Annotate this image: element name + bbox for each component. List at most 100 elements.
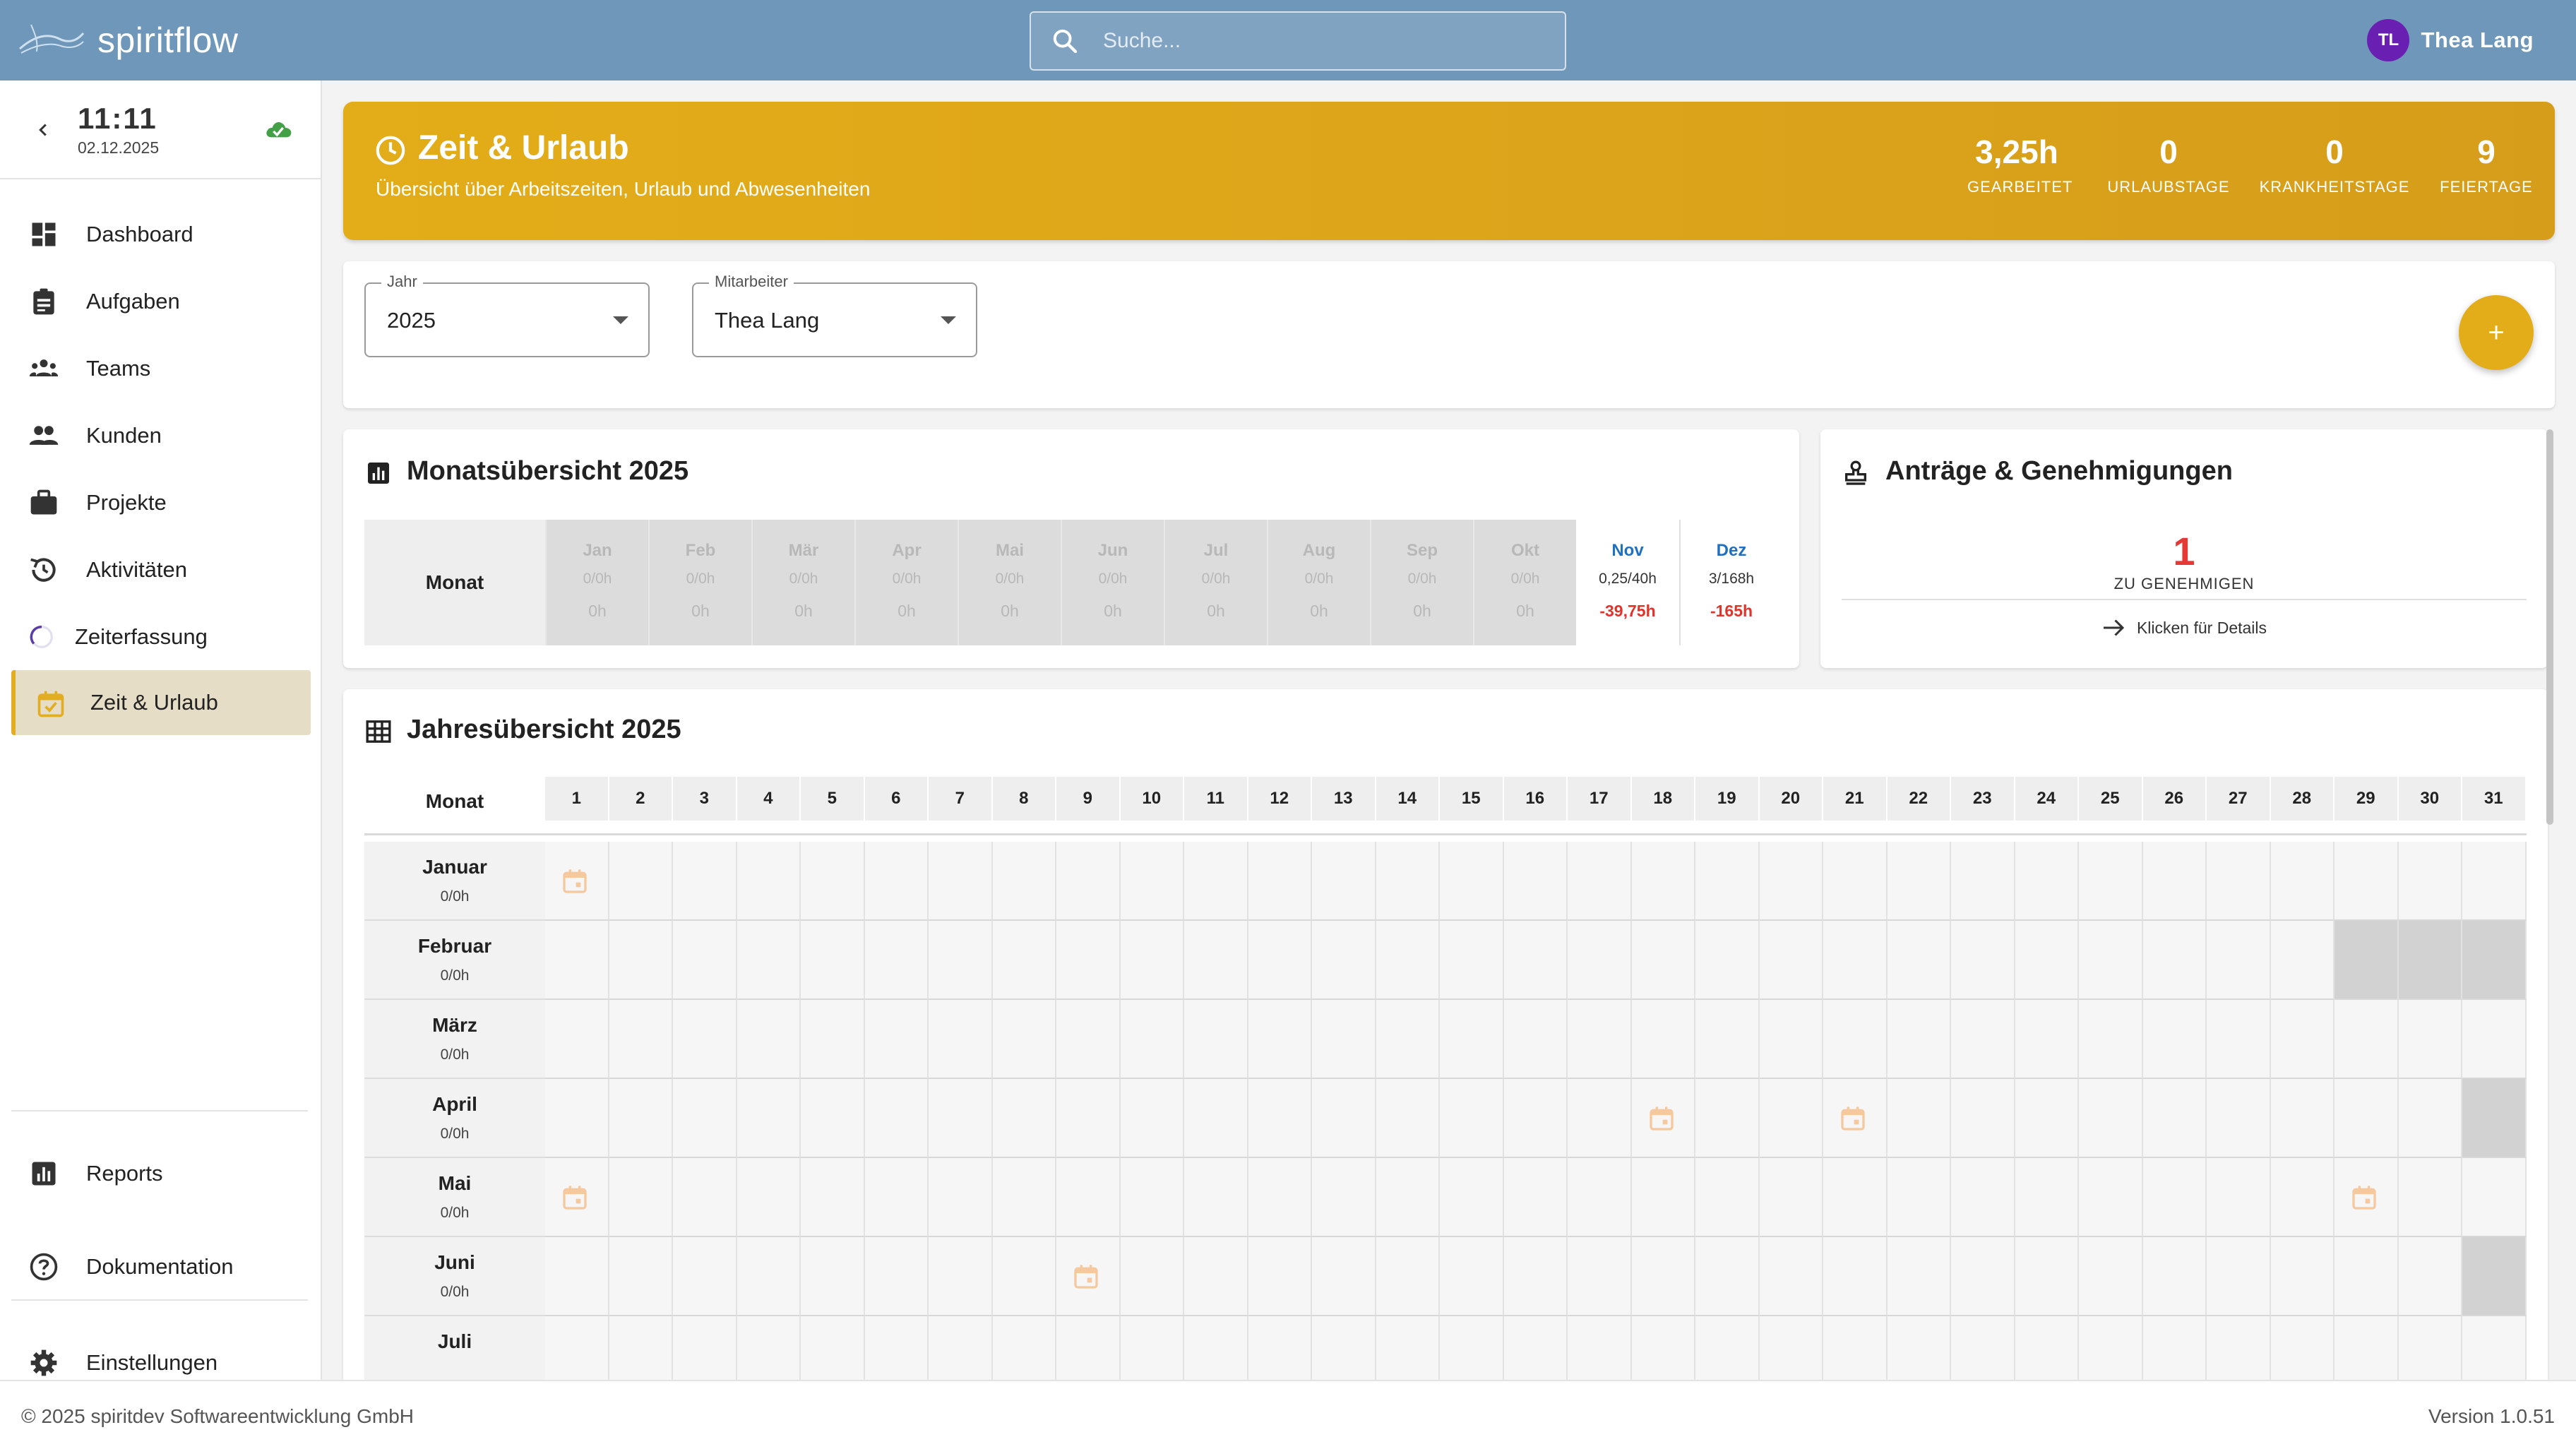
year-select[interactable]: Jahr 2025 — [364, 273, 650, 357]
day-cell[interactable] — [545, 1079, 609, 1158]
day-cell[interactable] — [992, 1316, 1056, 1380]
day-cell[interactable] — [1503, 1237, 1568, 1316]
day-cell[interactable] — [929, 1158, 993, 1237]
day-cell[interactable] — [1056, 1237, 1121, 1316]
day-cell[interactable] — [1568, 1237, 1632, 1316]
day-cell[interactable] — [609, 1158, 673, 1237]
day-cell[interactable] — [1887, 1237, 1951, 1316]
day-cell[interactable] — [801, 1079, 865, 1158]
day-cell[interactable] — [992, 1158, 1056, 1237]
day-cell[interactable] — [1184, 1000, 1248, 1079]
day-cell[interactable] — [1248, 921, 1312, 1000]
sidebar-item-aktivitaeten[interactable]: Aktivitäten — [0, 536, 322, 603]
day-cell[interactable] — [2207, 1079, 2271, 1158]
day-cell[interactable] — [1312, 1237, 1376, 1316]
day-cell[interactable] — [2398, 1316, 2462, 1380]
day-cell[interactable] — [2334, 1079, 2399, 1158]
day-cell[interactable] — [1503, 921, 1568, 1000]
day-cell[interactable] — [673, 921, 737, 1000]
day-cell[interactable] — [2079, 1079, 2143, 1158]
day-cell[interactable] — [2334, 1316, 2399, 1380]
day-cell[interactable] — [864, 921, 929, 1000]
day-cell[interactable] — [1695, 1079, 1760, 1158]
day-cell[interactable] — [2015, 1000, 2079, 1079]
day-cell[interactable] — [1503, 1158, 1568, 1237]
day-cell[interactable] — [801, 1237, 865, 1316]
day-cell[interactable] — [992, 1237, 1056, 1316]
day-cell[interactable] — [2079, 1158, 2143, 1237]
day-cell[interactable] — [864, 1000, 929, 1079]
day-cell[interactable] — [1887, 1158, 1951, 1237]
day-cell[interactable] — [2207, 1316, 2271, 1380]
day-cell[interactable] — [864, 1237, 929, 1316]
day-cell[interactable] — [2270, 1237, 2334, 1316]
day-cell[interactable] — [1695, 1000, 1760, 1079]
day-cell[interactable] — [2142, 1316, 2207, 1380]
day-cell[interactable] — [609, 1000, 673, 1079]
day-cell[interactable] — [545, 842, 609, 921]
day-cell[interactable] — [2142, 1158, 2207, 1237]
day-cell[interactable] — [673, 1158, 737, 1237]
day-cell[interactable] — [1759, 1158, 1823, 1237]
day-cell[interactable] — [2462, 1158, 2527, 1237]
day-cell[interactable] — [801, 842, 865, 921]
day-cell[interactable] — [929, 1079, 993, 1158]
day-cell[interactable] — [929, 842, 993, 921]
day-cell[interactable] — [1568, 1000, 1632, 1079]
day-cell[interactable] — [1376, 1316, 1440, 1380]
day-cell[interactable] — [1440, 1079, 1504, 1158]
day-cell[interactable] — [609, 1079, 673, 1158]
day-cell[interactable] — [2334, 1000, 2399, 1079]
day-cell[interactable] — [1568, 842, 1632, 921]
day-cell[interactable] — [992, 921, 1056, 1000]
day-cell[interactable] — [1631, 842, 1695, 921]
day-cell[interactable] — [1312, 921, 1376, 1000]
day-cell[interactable] — [2462, 1316, 2527, 1380]
day-cell[interactable] — [2462, 921, 2527, 1000]
day-cell[interactable] — [1440, 1237, 1504, 1316]
sidebar-item-reports[interactable]: Reports — [0, 1140, 322, 1207]
day-cell[interactable] — [1503, 1000, 1568, 1079]
day-cell[interactable] — [1568, 1316, 1632, 1380]
day-cell[interactable] — [1120, 1158, 1184, 1237]
day-cell[interactable] — [1120, 842, 1184, 921]
day-cell[interactable] — [1376, 1079, 1440, 1158]
day-cell[interactable] — [1312, 1158, 1376, 1237]
day-cell[interactable] — [1184, 921, 1248, 1000]
day-cell[interactable] — [992, 842, 1056, 921]
day-cell[interactable] — [2207, 1237, 2271, 1316]
day-cell[interactable] — [1568, 1158, 1632, 1237]
day-cell[interactable] — [1759, 1000, 1823, 1079]
sidebar-item-aufgaben[interactable]: Aufgaben — [0, 268, 322, 335]
day-cell[interactable] — [1823, 1158, 1888, 1237]
day-cell[interactable] — [1312, 1079, 1376, 1158]
day-cell[interactable] — [992, 1000, 1056, 1079]
day-cell[interactable] — [1248, 842, 1312, 921]
day-cell[interactable] — [1568, 1079, 1632, 1158]
day-cell[interactable] — [1759, 1079, 1823, 1158]
day-cell[interactable] — [2142, 1237, 2207, 1316]
day-cell[interactable] — [1887, 1079, 1951, 1158]
day-cell[interactable] — [2142, 921, 2207, 1000]
day-cell[interactable] — [545, 1316, 609, 1380]
day-cell[interactable] — [737, 1079, 801, 1158]
day-cell[interactable] — [1120, 1000, 1184, 1079]
day-cell[interactable] — [2462, 842, 2527, 921]
day-cell[interactable] — [1056, 1158, 1121, 1237]
day-cell[interactable] — [2079, 1000, 2143, 1079]
day-cell[interactable] — [2270, 1079, 2334, 1158]
day-cell[interactable] — [1568, 921, 1632, 1000]
day-cell[interactable] — [1823, 1237, 1888, 1316]
day-cell[interactable] — [2142, 1079, 2207, 1158]
day-cell[interactable] — [2207, 921, 2271, 1000]
day-cell[interactable] — [929, 921, 993, 1000]
day-cell[interactable] — [1951, 842, 2015, 921]
day-cell[interactable] — [1695, 921, 1760, 1000]
day-cell[interactable] — [1248, 1079, 1312, 1158]
day-cell[interactable] — [1120, 921, 1184, 1000]
day-cell[interactable] — [1759, 1316, 1823, 1380]
day-cell[interactable] — [2270, 1158, 2334, 1237]
sidebar-item-teams[interactable]: Teams — [0, 335, 322, 402]
day-cell[interactable] — [1056, 1000, 1121, 1079]
day-cell[interactable] — [864, 842, 929, 921]
